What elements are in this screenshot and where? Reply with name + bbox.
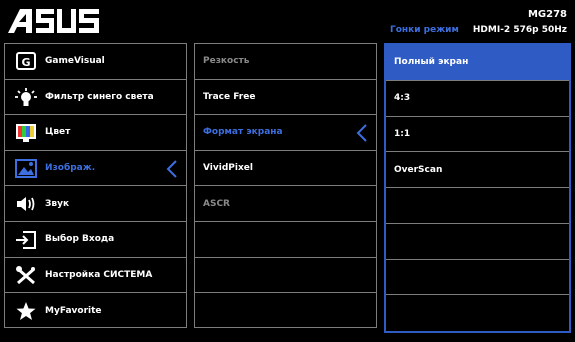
model-name: MG278 [527,9,567,20]
submenu-label: Формат экрана [203,127,283,138]
submenu-item-vividpixel[interactable]: VividPixel [195,151,376,187]
color-icon [16,124,36,143]
submenu-label: Trace Free [203,91,256,102]
svg-text:G: G [21,56,30,69]
option-empty-row [386,260,569,296]
option-label: 4:3 [394,93,411,104]
submenu-label: VividPixel [203,163,253,174]
menu-item-gamevisual[interactable]: G GameVisual [5,44,186,80]
menu-label: GameVisual [45,56,105,67]
submenu-item-aspect[interactable]: Формат экрана [195,115,376,151]
menu-item-myfavorite[interactable]: MyFavorite [5,293,186,329]
menu-item-image[interactable]: Изображ. [5,151,186,187]
submenu-label: ASCR [203,198,230,209]
submenu-empty-row [195,293,376,329]
option-label: Полный экран [394,57,469,68]
asus-logo [8,9,99,33]
sub-menu: Резкость Trace Free Формат экрана VividP… [194,43,377,328]
menu-label: MyFavorite [45,305,102,316]
input-icon [16,230,36,249]
image-icon [15,158,37,178]
submenu-item-tracefree[interactable]: Trace Free [195,80,376,116]
menu-item-color[interactable]: Цвет [5,115,186,151]
star-icon [16,302,36,321]
option-label: 1:1 [394,128,411,139]
chevron-left-icon [166,160,177,178]
menu-item-sound[interactable]: Звук [5,186,186,222]
submenu-empty-row [195,258,376,294]
game-mode: Гонки режим [390,25,459,35]
signal-info: HDMI-2 576p 50Hz [472,25,567,35]
menu-label: Настройка СИСТЕМА [45,269,153,280]
menu-label: Звук [45,198,70,209]
submenu-item-sharpness[interactable]: Резкость [195,44,376,80]
chevron-left-icon [356,124,367,142]
submenu-label: Резкость [203,56,250,67]
option-label: OverScan [394,164,443,175]
menu-label: Изображ. [45,163,96,174]
option-overscan[interactable]: OverScan [386,152,569,188]
main-menu: G GameVisual Фильтр синего света Цвет Из… [4,43,187,328]
menu-label: Цвет [45,127,71,138]
bluelight-icon [15,87,37,106]
submenu-item-ascr[interactable]: ASCR [195,186,376,222]
option-empty-row [386,188,569,224]
option-1-1[interactable]: 1:1 [386,117,569,153]
option-4-3[interactable]: 4:3 [386,81,569,117]
option-full-screen[interactable]: Полный экран [386,45,569,81]
options-panel: Полный экран 4:3 1:1 OverScan [384,43,571,333]
gamevisual-icon: G [16,52,36,70]
speaker-icon [17,197,35,212]
wrench-icon [16,265,35,284]
option-empty-row [386,295,569,331]
menu-label: Фильтр синего света [45,91,154,102]
menu-item-system[interactable]: Настройка СИСТЕМА [5,258,186,294]
menu-item-bluelight[interactable]: Фильтр синего света [5,80,186,116]
menu-label: Выбор Входа [45,234,115,245]
option-empty-row [386,224,569,260]
menu-item-input[interactable]: Выбор Входа [5,222,186,258]
submenu-empty-row [195,222,376,258]
